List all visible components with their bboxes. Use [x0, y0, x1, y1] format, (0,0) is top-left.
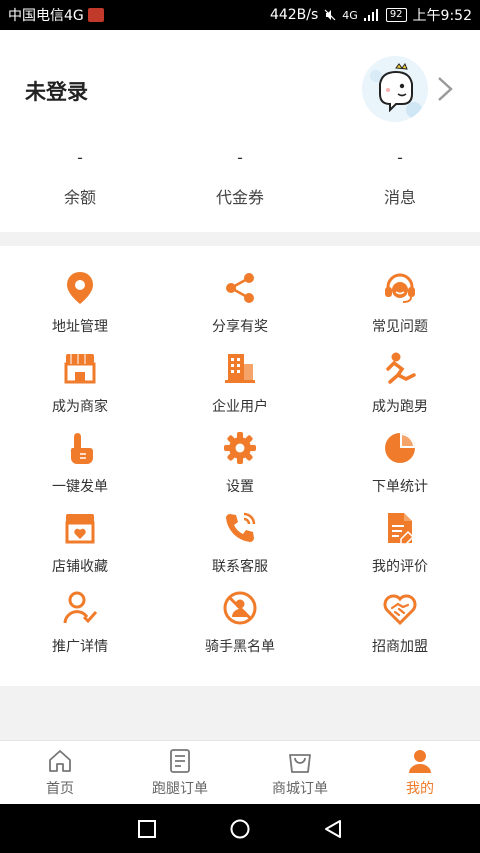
stat-value: -	[77, 148, 83, 167]
phone-icon	[226, 512, 256, 542]
menu-item-label: 招商加盟	[372, 639, 428, 655]
menu-item-label: 骑手黑名单	[205, 639, 275, 655]
menu-item-become-merchant[interactable]: 成为商家	[0, 350, 160, 430]
system-navigation-bar	[0, 804, 480, 853]
stat-messages[interactable]: - 消息	[320, 148, 480, 208]
stat-voucher[interactable]: - 代金券	[160, 148, 320, 208]
menu-item-label: 推广详情	[52, 639, 108, 655]
menu-item-faq[interactable]: 常见问题	[320, 270, 480, 350]
stat-label: 代金券	[215, 188, 264, 207]
menu-item-franchise[interactable]: 招商加盟	[320, 590, 480, 670]
menu-item-settings[interactable]: 设置	[160, 430, 320, 510]
menu-item-label: 地址管理	[52, 319, 108, 335]
menu-item-share[interactable]: 分享有奖	[160, 270, 320, 350]
order-list-icon	[170, 748, 190, 773]
bottom-tab-bar: 首页 跑腿订单 商城订单 我的	[0, 740, 480, 804]
menu-item-store-favorites[interactable]: 店铺收藏	[0, 510, 160, 590]
mute-icon	[324, 9, 336, 21]
tab-home[interactable]: 首页	[0, 741, 120, 804]
status-bar: 中国电信4G 442B/s 4G 92 上午9:52	[0, 0, 480, 30]
battery-level: 92	[385, 8, 407, 22]
tab-mine[interactable]: 我的	[360, 741, 480, 804]
carrier-info: 中国电信4G	[8, 5, 270, 25]
tab-mall-orders[interactable]: 商城订单	[240, 741, 360, 804]
menu-item-label: 设置	[226, 479, 254, 495]
handshake-heart-icon	[383, 594, 417, 626]
stat-balance[interactable]: - 余额	[0, 148, 160, 208]
tab-label: 首页	[46, 780, 74, 797]
signal-icon	[363, 9, 378, 21]
document-edit-icon	[388, 513, 415, 545]
pie-chart-icon	[385, 433, 415, 463]
menu-item-quick-order[interactable]: 一键发单	[0, 430, 160, 510]
stat-label: 余额	[63, 188, 96, 207]
carrier-badge-icon	[87, 8, 104, 22]
gear-icon	[224, 432, 256, 464]
avatar-mascot-icon	[370, 62, 422, 118]
stat-value: -	[237, 148, 243, 167]
network-type: 4G	[342, 8, 358, 22]
tab-label: 商城订单	[272, 780, 328, 797]
location-pin-icon	[67, 272, 93, 304]
menu-item-rider-blacklist[interactable]: 骑手黑名单	[160, 590, 320, 670]
menu-item-label: 一键发单	[52, 479, 108, 495]
menu-item-label: 联系客服	[212, 559, 268, 575]
menu-item-contact-support[interactable]: 联系客服	[160, 510, 320, 590]
store-icon	[64, 354, 96, 384]
shopping-bag-icon	[289, 753, 311, 773]
menu-item-label: 下单统计	[372, 479, 428, 495]
home-button-icon[interactable]	[229, 818, 251, 840]
share-icon	[226, 273, 254, 303]
status-right: 442B/s 4G 92 上午9:52	[270, 5, 472, 25]
store-heart-icon	[65, 514, 95, 544]
menu-item-label: 成为商家	[52, 399, 108, 415]
chevron-right-icon[interactable]	[434, 76, 456, 102]
user-check-icon	[63, 591, 98, 624]
profile-header[interactable]: 未登录 - 余额 - 代金券 - 消息	[0, 30, 480, 232]
menu-item-enterprise[interactable]: 企业用户	[160, 350, 320, 430]
home-icon	[49, 749, 71, 772]
menu-grid: 地址管理 分享有奖 常见问题 成为商家 企业用户 成为跑男 一键发单 设置 下单…	[0, 246, 480, 686]
menu-item-promotion-details[interactable]: 推广详情	[0, 590, 160, 670]
recents-button-icon[interactable]	[136, 818, 158, 840]
login-status[interactable]: 未登录	[25, 76, 88, 106]
menu-item-order-stats[interactable]: 下单统计	[320, 430, 480, 510]
back-button-icon[interactable]	[322, 818, 344, 840]
avatar[interactable]	[362, 56, 428, 122]
menu-item-label: 常见问题	[372, 319, 428, 335]
account-stats: - 余额 - 代金券 - 消息	[0, 148, 480, 208]
menu-item-label: 我的评价	[372, 559, 428, 575]
menu-item-label: 店铺收藏	[52, 559, 108, 575]
tab-label: 跑腿订单	[152, 780, 208, 797]
tab-label: 我的	[406, 780, 434, 797]
network-speed: 442B/s	[269, 7, 319, 23]
stat-value: -	[397, 148, 403, 167]
building-icon	[225, 354, 255, 383]
carrier-label: 中国电信4G	[8, 8, 84, 24]
blocked-user-icon	[223, 591, 257, 625]
menu-item-my-reviews[interactable]: 我的评价	[320, 510, 480, 590]
menu-item-address[interactable]: 地址管理	[0, 270, 160, 350]
menu-item-become-runner[interactable]: 成为跑男	[320, 350, 480, 430]
headset-icon	[385, 273, 415, 303]
clock: 上午9:52	[412, 8, 472, 24]
menu-item-label: 分享有奖	[212, 319, 268, 335]
runner-icon	[386, 352, 416, 384]
stat-label: 消息	[383, 188, 416, 207]
tap-hand-icon	[70, 433, 93, 464]
tab-errand-orders[interactable]: 跑腿订单	[120, 741, 240, 804]
menu-item-label: 企业用户	[212, 399, 268, 415]
person-icon	[409, 749, 431, 773]
menu-item-label: 成为跑男	[372, 399, 428, 415]
